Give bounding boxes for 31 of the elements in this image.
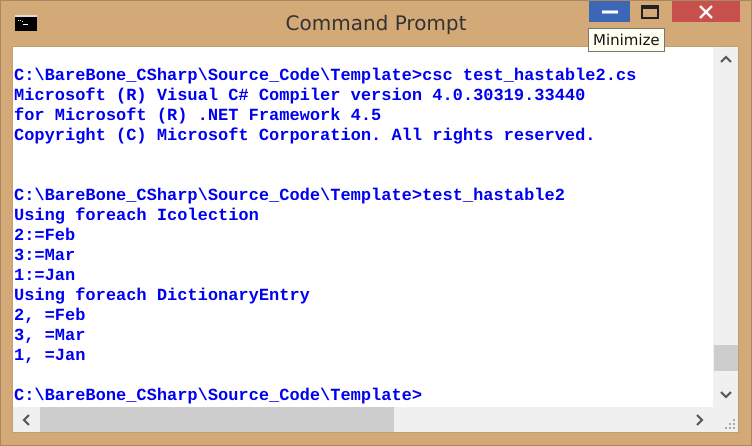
minimize-button[interactable] [589, 1, 630, 22]
scroll-up-icon[interactable] [720, 55, 732, 63]
console-line: Using foreach Icolection [14, 207, 260, 227]
console-line: Microsoft (R) Visual C# Compiler version 4.0.30319.33440 [14, 87, 586, 107]
console-line: Copyright (C) Microsoft Corporation. All rights reserved. [14, 127, 596, 147]
scroll-down-icon[interactable] [720, 391, 732, 399]
scroll-right-icon[interactable] [696, 414, 704, 426]
scrollbar-thumb[interactable] [714, 345, 738, 371]
resize-grip-icon[interactable] [725, 419, 735, 429]
console-line: 3, =Mar [14, 327, 86, 347]
close-button[interactable] [672, 1, 740, 22]
maximize-icon [641, 4, 659, 18]
scroll-left-icon[interactable] [22, 414, 30, 426]
console-line: 1:=Jan [14, 267, 76, 287]
console-icon [15, 15, 37, 31]
console-line: 1, =Jan [14, 347, 86, 367]
window-title: Command Prompt [286, 11, 466, 35]
close-icon [699, 4, 713, 18]
console-line: for Microsoft (R) .NET Framework 4.5 [14, 107, 382, 127]
console-line: C:\BareBone_CSharp\Source_Code\Template>csc test_hastable2.cs [14, 67, 638, 87]
minimize-icon [602, 10, 618, 14]
console-line: C:\BareBone_CSharp\Source_Code\Template> [14, 387, 424, 407]
console-line: 2, =Feb [14, 307, 86, 327]
scrollbar-thumb[interactable] [40, 407, 394, 432]
console-line: Using foreach DictionaryEntry [14, 287, 311, 307]
horizontal-scrollbar[interactable] [13, 407, 713, 432]
console-line: 2:=Feb [14, 227, 76, 247]
vertical-scrollbar[interactable] [713, 47, 738, 407]
tooltip: Minimize [588, 28, 665, 52]
console-line: C:\BareBone_CSharp\Source_Code\Template>test_hastable2 [14, 187, 566, 207]
console-line: 3:=Mar [14, 247, 76, 267]
